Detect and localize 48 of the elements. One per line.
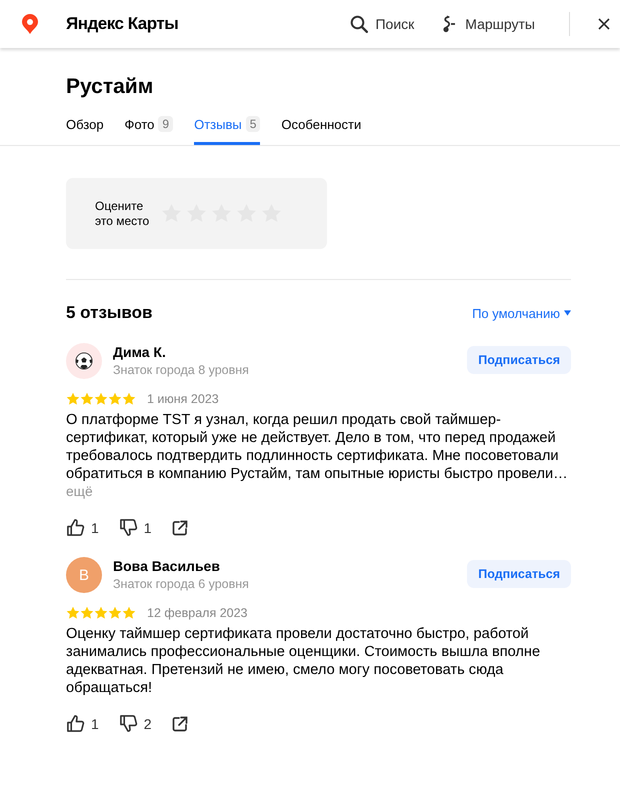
- tab[interactable]: Особенности: [281, 116, 362, 145]
- star-icon: [66, 606, 80, 620]
- like-button[interactable]: 1: [66, 518, 99, 537]
- search-icon: [350, 15, 368, 33]
- author-name[interactable]: Дима К.: [113, 344, 249, 360]
- avatar[interactable]: [66, 343, 102, 379]
- share-icon[interactable]: [172, 716, 188, 732]
- star-icon: [94, 606, 108, 620]
- subscribe-button[interactable]: Подписаться: [467, 346, 571, 374]
- count-badge: 5: [246, 116, 260, 132]
- search-button[interactable]: Поиск: [350, 15, 414, 33]
- author-name[interactable]: Вова Васильев: [113, 558, 249, 574]
- share-icon[interactable]: [172, 520, 188, 536]
- review-date: 1 июня 2023: [147, 392, 219, 406]
- thumbs-down-icon: [118, 714, 138, 733]
- like-button[interactable]: 1: [66, 714, 99, 733]
- dislike-button[interactable]: 1: [118, 518, 152, 537]
- sort-dropdown[interactable]: По умолчанию: [472, 306, 571, 320]
- app-title[interactable]: Яндекс Карты: [66, 14, 178, 34]
- place-title: Рустайм: [66, 75, 154, 99]
- map-pin-icon[interactable]: [22, 14, 38, 34]
- caret-icon: [564, 310, 571, 316]
- soccer-ball-icon: [75, 352, 93, 370]
- review-date: 12 февраля 2023: [147, 606, 248, 620]
- close-icon[interactable]: [598, 18, 610, 30]
- dislike-button[interactable]: 2: [118, 714, 152, 733]
- star-icon: [80, 392, 94, 406]
- tab[interactable]: Фото 9: [124, 116, 174, 145]
- rate-prompt: Оцените это место: [95, 198, 150, 228]
- routes-button[interactable]: Маршруты: [440, 15, 535, 33]
- star-icon: [122, 392, 136, 406]
- star-icon: [108, 392, 122, 406]
- review-text: О платформе TST я узнал, когда решил продать свой таймшер-сертификат, который уже не действует. Дело в том, что перед продажей требовалось подтвердить подлинность сертификата. Мне посоветовали обратиться в компанию Рустайм, там опытные юристы быстро провели…: [66, 411, 569, 483]
- subscribe-button[interactable]: Подписаться: [467, 560, 571, 588]
- review-text: Оценку таймшер сертификата провели достаточно быстро, работой занимались профессиональные оценщики. Стоимость вышла вполне адекватная. Претензий не имею, смело могу посоветовать сюда обращаться!: [66, 625, 542, 697]
- tab[interactable]: Обзор: [66, 116, 104, 145]
- reviews-heading: 5 отзывов: [66, 303, 152, 323]
- star-icon: [66, 392, 80, 406]
- star-icon: [94, 392, 108, 406]
- thumbs-up-icon: [66, 518, 85, 537]
- thumbs-up-icon: [66, 714, 85, 733]
- author-level: Знаток города 6 уровня: [113, 577, 249, 591]
- star-icon: [122, 606, 136, 620]
- author-level: Знаток города 8 уровня: [113, 363, 249, 377]
- thumbs-down-icon: [118, 518, 138, 537]
- star-icon: [108, 606, 122, 620]
- count-badge: 9: [158, 116, 174, 132]
- star-icon: [80, 606, 94, 620]
